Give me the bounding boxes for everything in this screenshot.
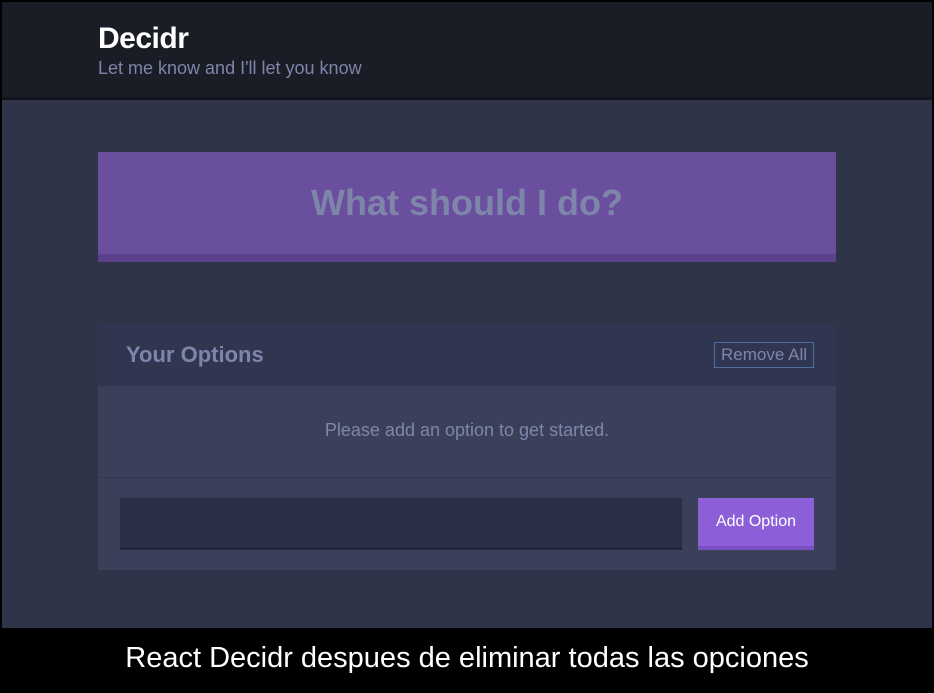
app-title: Decidr (98, 22, 932, 56)
options-widget: Your Options Remove All Please add an op… (98, 324, 836, 570)
decide-button-label: What should I do? (311, 182, 623, 223)
decide-button[interactable]: What should I do? (98, 152, 836, 262)
remove-all-button[interactable]: Remove All (714, 342, 814, 368)
add-option-button[interactable]: Add Option (698, 498, 814, 550)
app-subtitle: Let me know and I'll let you know (98, 58, 932, 79)
main-content: What should I do? Your Options Remove Al… (2, 100, 932, 628)
options-title: Your Options (126, 342, 264, 368)
empty-state-message: Please add an option to get started. (98, 386, 836, 478)
option-input[interactable] (120, 498, 682, 550)
app-frame: Decidr Let me know and I'll let you know… (0, 0, 934, 693)
options-widget-header: Your Options Remove All (98, 324, 836, 386)
app-header: Decidr Let me know and I'll let you know (2, 2, 932, 100)
figure-caption: React Decidr despues de eliminar todas l… (2, 628, 932, 691)
add-option-form: Add Option (98, 478, 836, 570)
